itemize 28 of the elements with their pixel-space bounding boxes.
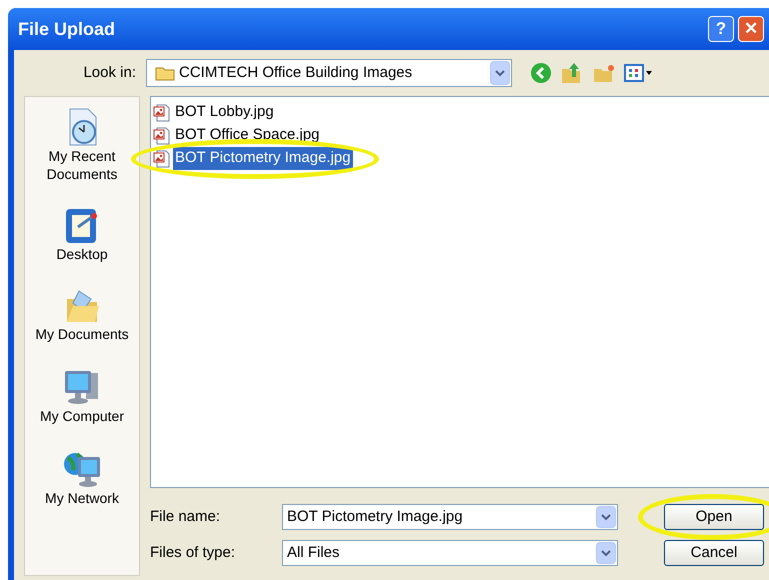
image-file-icon [153,150,171,168]
open-button[interactable]: Open [664,504,764,530]
place-label[interactable]: My Documents [31,325,133,343]
file-name-label: File name: [150,506,222,527]
file-name-field[interactable]: BOT Pictometry Image.jpg [282,504,618,530]
cancel-button[interactable]: Cancel [664,540,764,566]
file-type-label: Files of type: [150,542,236,563]
place-label[interactable]: My Computer [36,407,128,425]
place-label[interactable]: My Network [41,489,123,507]
file-type-dropdown[interactable]: All Files [282,540,618,566]
field-value: CCIMTECH Office Building Images [179,62,414,83]
place-label[interactable]: My Recent Documents [25,147,139,183]
file-item[interactable]: BOT Lobby.jpg [173,101,276,124]
image-file-icon [153,126,171,144]
place-label[interactable]: Desktop [52,245,112,263]
file-item[interactable]: BOT Pictometry Image.jpg [173,147,353,170]
close-button[interactable]: ✕ [738,16,764,42]
help-button[interactable]: ? [708,16,734,42]
image-file-icon [153,104,171,122]
field-value: BOT Pictometry Image.jpg [286,506,464,527]
view-menu-icon[interactable] [624,63,654,83]
field-value: All Files [286,542,341,563]
file-item[interactable]: BOT Office Space.jpg [173,124,322,147]
look-in-dropdown[interactable]: CCIMTECH Office Building Images [146,59,512,87]
window-title: File Upload [18,18,116,41]
folder-icon [155,65,175,81]
desktop-icon [64,207,100,245]
look-in-label: Look in: [82,62,137,83]
